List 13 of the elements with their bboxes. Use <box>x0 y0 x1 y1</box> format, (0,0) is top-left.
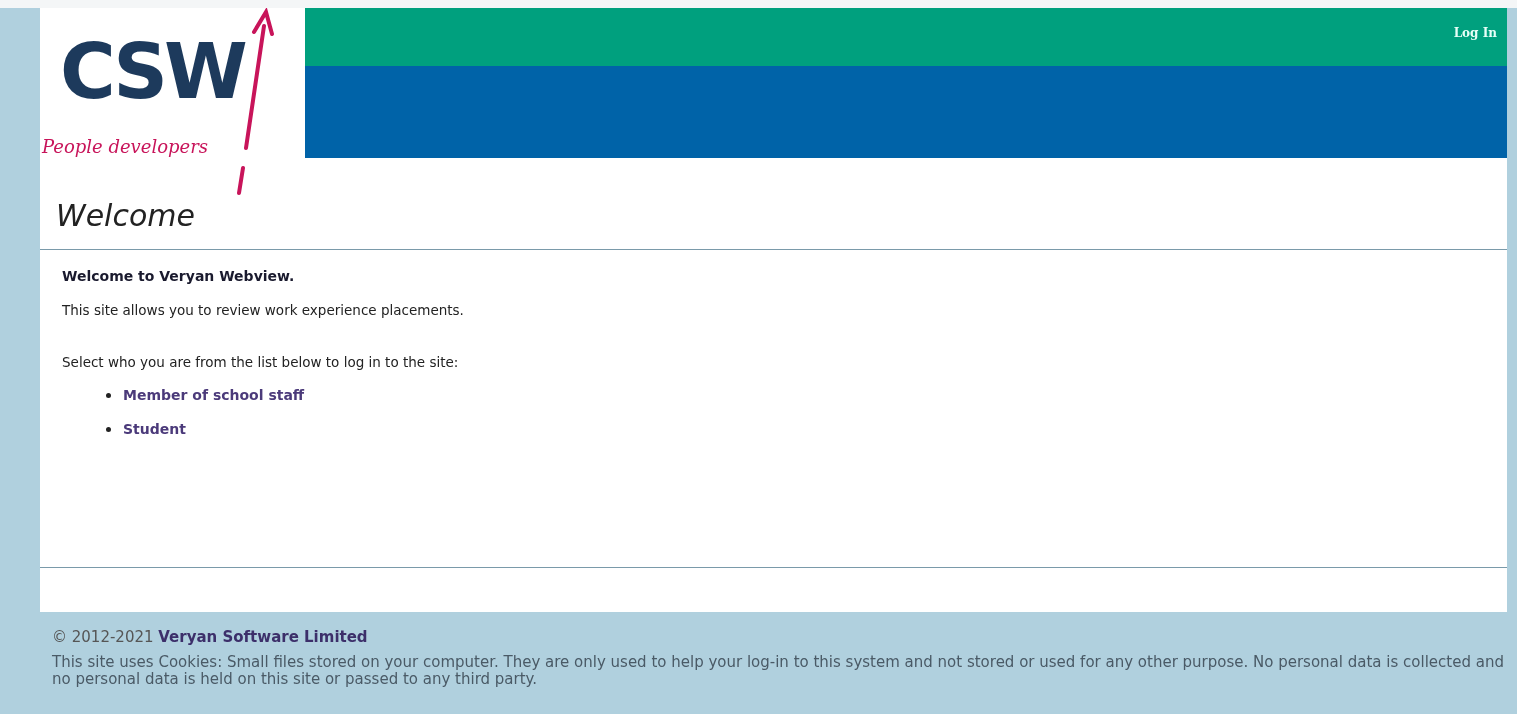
bullet-icon <box>106 392 111 398</box>
bullet-icon <box>106 426 111 432</box>
copyright-text: © 2012-2021 <box>52 628 154 646</box>
role-link[interactable]: Member of school staff <box>123 387 305 403</box>
page-title: Welcome <box>40 198 1507 250</box>
logo-wordmark: CSW <box>60 34 244 110</box>
role-link[interactable]: Student <box>123 421 186 437</box>
company-link[interactable]: Veryan Software Limited <box>158 628 368 646</box>
welcome-heading: Welcome to Veryan Webview. <box>62 268 296 284</box>
cookie-notice: This site uses Cookies: Small files stored on your computer. They are only used to help your log-in to this system and not stored or used for any other purpose. No personal data is collected and no personal data is held on this site or passed to any third party. <box>52 654 1505 688</box>
logo-tagline: People developers <box>42 136 209 157</box>
prompt-text: Select who you are from the list below to log in to the site: <box>62 354 460 370</box>
intro-text: This site allows you to review work experience placements. <box>62 302 465 318</box>
